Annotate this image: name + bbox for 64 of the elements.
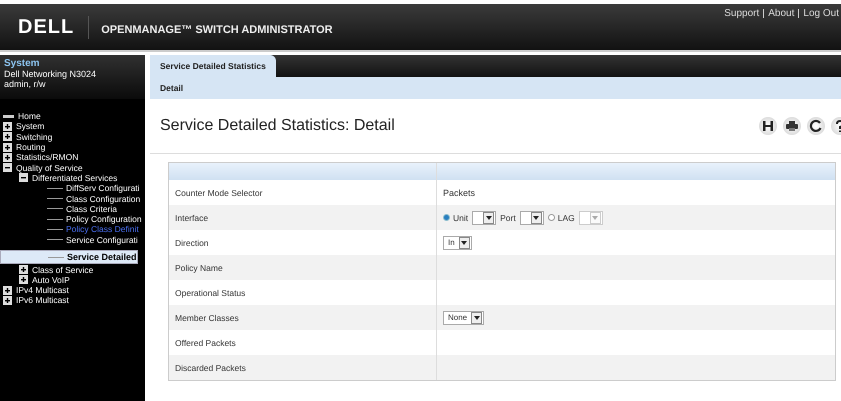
page-title: Service Detailed Statistics: Detail xyxy=(160,117,395,135)
tree-item[interactable]: Policy Class Definit xyxy=(66,224,139,234)
tree-item[interactable]: Class Criteria xyxy=(66,204,118,214)
field-label: Policy Name xyxy=(175,262,223,272)
device-name: Dell Networking N3024 xyxy=(4,69,98,79)
sub-tab[interactable]: Detail xyxy=(160,83,184,93)
caret-icon xyxy=(461,240,468,244)
expander-icon[interactable] xyxy=(3,122,12,131)
tree-item[interactable]: Quality of Service xyxy=(16,162,83,173)
product-name: OPENMANAGE™ SWITCH ADMINISTRATOR xyxy=(101,24,333,36)
tree-item[interactable]: Switching xyxy=(16,132,52,142)
expander-icon[interactable] xyxy=(3,163,12,172)
expander-icon[interactable] xyxy=(3,142,12,152)
expander-icon[interactable] xyxy=(3,152,12,162)
radio-label: Unit xyxy=(453,212,468,222)
header-link[interactable]: About xyxy=(768,8,794,19)
tree-item[interactable]: System xyxy=(16,121,44,132)
logo: DELL xyxy=(18,16,90,38)
tree-item[interactable]: Class of Service xyxy=(32,264,94,274)
tree-item[interactable]: IPv6 Multicast xyxy=(16,295,69,306)
tree-item[interactable]: Service Configurati xyxy=(66,234,138,245)
sidebar-title: System xyxy=(4,58,41,69)
field-label: Counter Mode Selector xyxy=(175,188,262,198)
dropdown[interactable]: None xyxy=(443,310,484,324)
tree-item[interactable]: IPv4 Multicast xyxy=(16,285,69,296)
dropdown[interactable] xyxy=(520,210,544,224)
expander-icon[interactable] xyxy=(3,132,12,142)
tree-item[interactable]: Policy Configuration xyxy=(66,214,142,224)
field-label: Port xyxy=(500,212,516,222)
tree-item[interactable]: Home xyxy=(18,111,41,122)
expander-icon[interactable] xyxy=(3,296,12,305)
tree-item[interactable]: DiffServ Configurati xyxy=(66,183,140,194)
field-label: Operational Status xyxy=(175,288,246,298)
expander-icon[interactable] xyxy=(19,265,28,274)
caret-icon xyxy=(474,316,480,320)
field-label: Member Classes xyxy=(175,312,239,322)
refresh-icon[interactable] xyxy=(807,117,825,135)
save-icon[interactable] xyxy=(759,117,777,135)
print-icon[interactable] xyxy=(783,117,801,135)
header-link[interactable]: Support xyxy=(724,8,760,19)
radio-button[interactable] xyxy=(548,214,555,221)
caret-icon xyxy=(533,216,540,220)
tab[interactable]: Service Detailed Statistics xyxy=(150,55,276,77)
caret-icon xyxy=(592,216,598,220)
field-label: Interface xyxy=(175,212,208,222)
field-label: Direction xyxy=(175,238,209,248)
expander-icon[interactable] xyxy=(19,275,28,284)
tree-item[interactable]: Routing xyxy=(16,142,46,152)
tree-item[interactable]: Auto VoIP xyxy=(32,274,70,285)
dropdown[interactable] xyxy=(472,210,496,224)
caret-icon xyxy=(486,216,492,220)
expander-icon[interactable] xyxy=(19,173,28,182)
field-value: Packets xyxy=(443,188,476,198)
dropdown[interactable]: In xyxy=(443,236,472,250)
user-info: admin, r/w xyxy=(4,79,47,89)
radio-button[interactable] xyxy=(443,214,450,221)
header-link[interactable]: Log Out xyxy=(803,8,839,19)
field-label: Discarded Packets xyxy=(175,362,246,372)
radio-label: LAG xyxy=(558,212,575,222)
tree-item[interactable]: Class Configuration xyxy=(66,194,140,204)
tree-item[interactable]: Statistics/RMON xyxy=(16,152,78,162)
tree-item[interactable]: Differentiated Services xyxy=(32,172,118,183)
expander-icon[interactable] xyxy=(3,286,12,295)
field-label: Offered Packets xyxy=(175,338,236,348)
